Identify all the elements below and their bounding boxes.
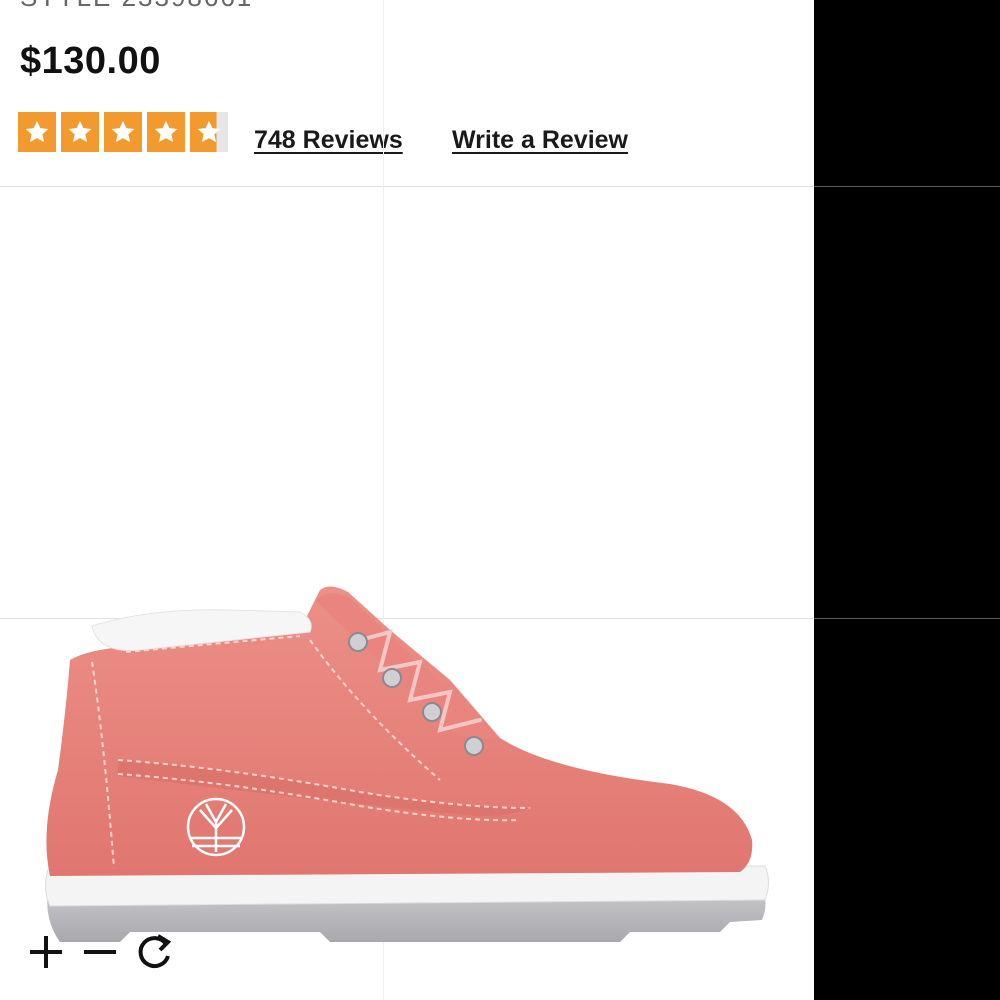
minus-icon [84,950,116,954]
star-icon [147,112,185,152]
star-icon [18,112,56,152]
product-price: $130.00 [20,40,161,82]
star-icon [61,112,99,152]
reviews-link[interactable]: 748 Reviews [254,126,403,155]
right-panel [814,0,1000,1000]
reset-zoom-button[interactable] [134,930,174,974]
style-number: STYLE 23398661 [20,0,253,13]
rotate-icon [138,934,172,969]
divider [0,186,814,187]
plus-icon [30,936,62,968]
divider [814,618,1000,619]
star-icon [104,112,142,152]
partial-star-icon [190,112,228,152]
write-review-link[interactable]: Write a Review [452,126,628,155]
product-image[interactable] [30,570,790,990]
product-page: STYLE 23398661 $130.00 748 Reviews Write… [0,0,814,1000]
zoom-out-button[interactable] [80,930,120,974]
divider [814,186,1000,187]
star-rating[interactable] [18,112,233,152]
zoom-in-button[interactable] [26,930,66,974]
zoom-controls [26,930,188,974]
